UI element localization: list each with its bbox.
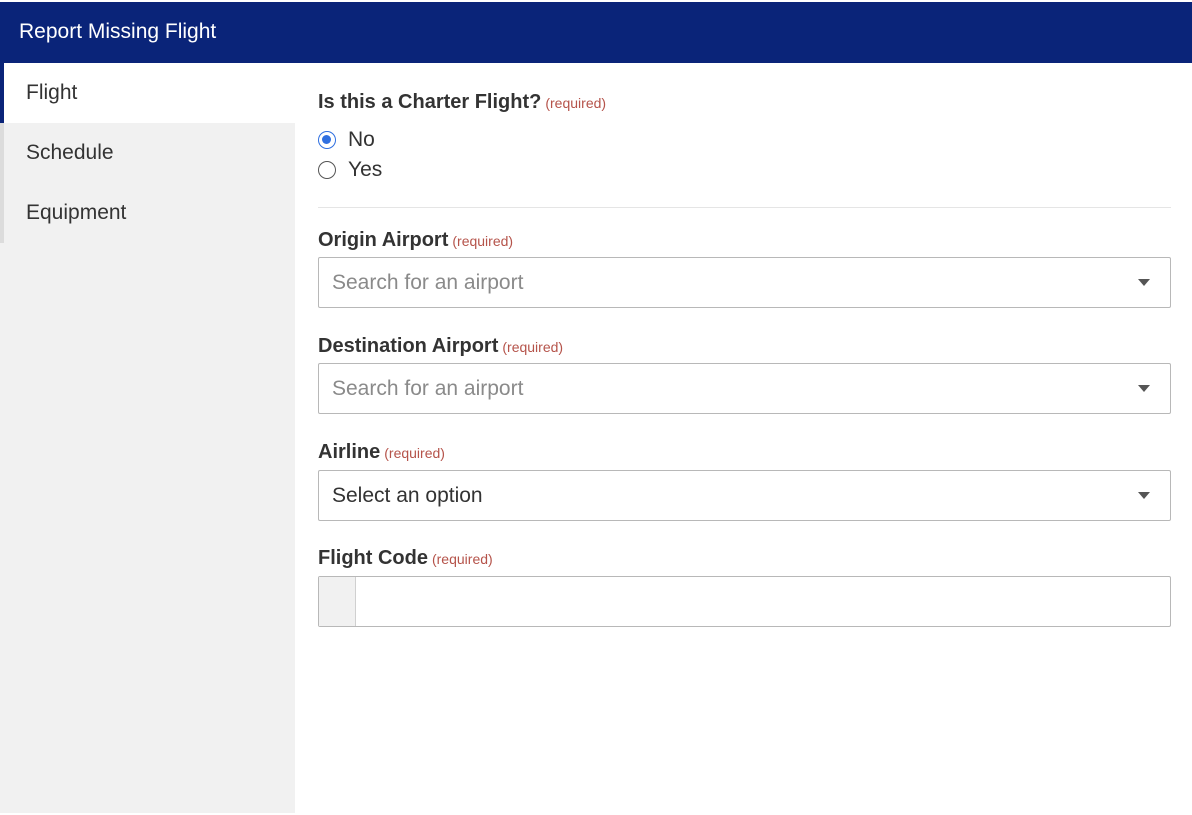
charter-flight-label-text: Is this a Charter Flight? bbox=[318, 91, 542, 113]
charter-option-yes[interactable]: Yes bbox=[318, 158, 382, 182]
section-divider bbox=[318, 207, 1171, 208]
flight-code-label-text: Flight Code bbox=[318, 547, 428, 569]
airline-select[interactable]: Select an option bbox=[318, 470, 1171, 521]
chevron-down-icon[interactable] bbox=[1138, 385, 1150, 392]
origin-airport-select[interactable]: Search for an airport bbox=[318, 257, 1171, 308]
dialog-header: Report Missing Flight bbox=[0, 0, 1192, 63]
flight-form: Is this a Charter Flight? (required) No Y… bbox=[295, 63, 1192, 813]
radio-no[interactable] bbox=[318, 131, 336, 149]
report-missing-flight-window: Report Missing Flight Flight Schedule Eq… bbox=[0, 0, 1192, 815]
required-indicator: (required) bbox=[502, 339, 564, 355]
sidebar-item-equipment[interactable]: Equipment bbox=[0, 183, 295, 243]
flight-code-field bbox=[318, 576, 1171, 627]
destination-airport-label-text: Destination Airport bbox=[318, 335, 499, 357]
destination-airport-placeholder: Search for an airport bbox=[332, 377, 524, 400]
destination-airport-label: Destination Airport (required) bbox=[318, 334, 563, 359]
radio-yes-label: Yes bbox=[348, 158, 383, 181]
airline-label-text: Airline bbox=[318, 441, 381, 463]
origin-airport-placeholder: Search for an airport bbox=[332, 271, 524, 294]
radio-no-label: No bbox=[348, 128, 375, 151]
sidebar-item-flight[interactable]: Flight bbox=[0, 63, 295, 123]
charter-option-no[interactable]: No bbox=[318, 128, 375, 152]
airline-selected-value: Select an option bbox=[332, 484, 483, 507]
flight-code-input[interactable] bbox=[356, 577, 1170, 626]
airline-label: Airline (required) bbox=[318, 440, 445, 465]
required-indicator: (required) bbox=[452, 233, 514, 249]
dialog-title: Report Missing Flight bbox=[19, 20, 217, 43]
charter-flight-label: Is this a Charter Flight? (required) bbox=[318, 90, 606, 115]
required-indicator: (required) bbox=[545, 95, 607, 111]
chevron-down-icon[interactable] bbox=[1138, 492, 1150, 499]
required-indicator: (required) bbox=[384, 445, 445, 461]
chevron-down-icon[interactable] bbox=[1138, 279, 1150, 286]
radio-yes[interactable] bbox=[318, 161, 336, 179]
sidebar-background bbox=[0, 243, 295, 813]
sidebar-nav: Flight Schedule Equipment bbox=[0, 63, 295, 813]
destination-airport-select[interactable]: Search for an airport bbox=[318, 363, 1171, 414]
flight-code-prefix bbox=[319, 577, 356, 626]
origin-airport-label: Origin Airport (required) bbox=[318, 228, 513, 253]
sidebar-item-schedule[interactable]: Schedule bbox=[0, 123, 295, 183]
required-indicator: (required) bbox=[431, 551, 493, 567]
origin-airport-label-text: Origin Airport bbox=[318, 229, 449, 251]
flight-code-label: Flight Code (required) bbox=[318, 546, 493, 571]
